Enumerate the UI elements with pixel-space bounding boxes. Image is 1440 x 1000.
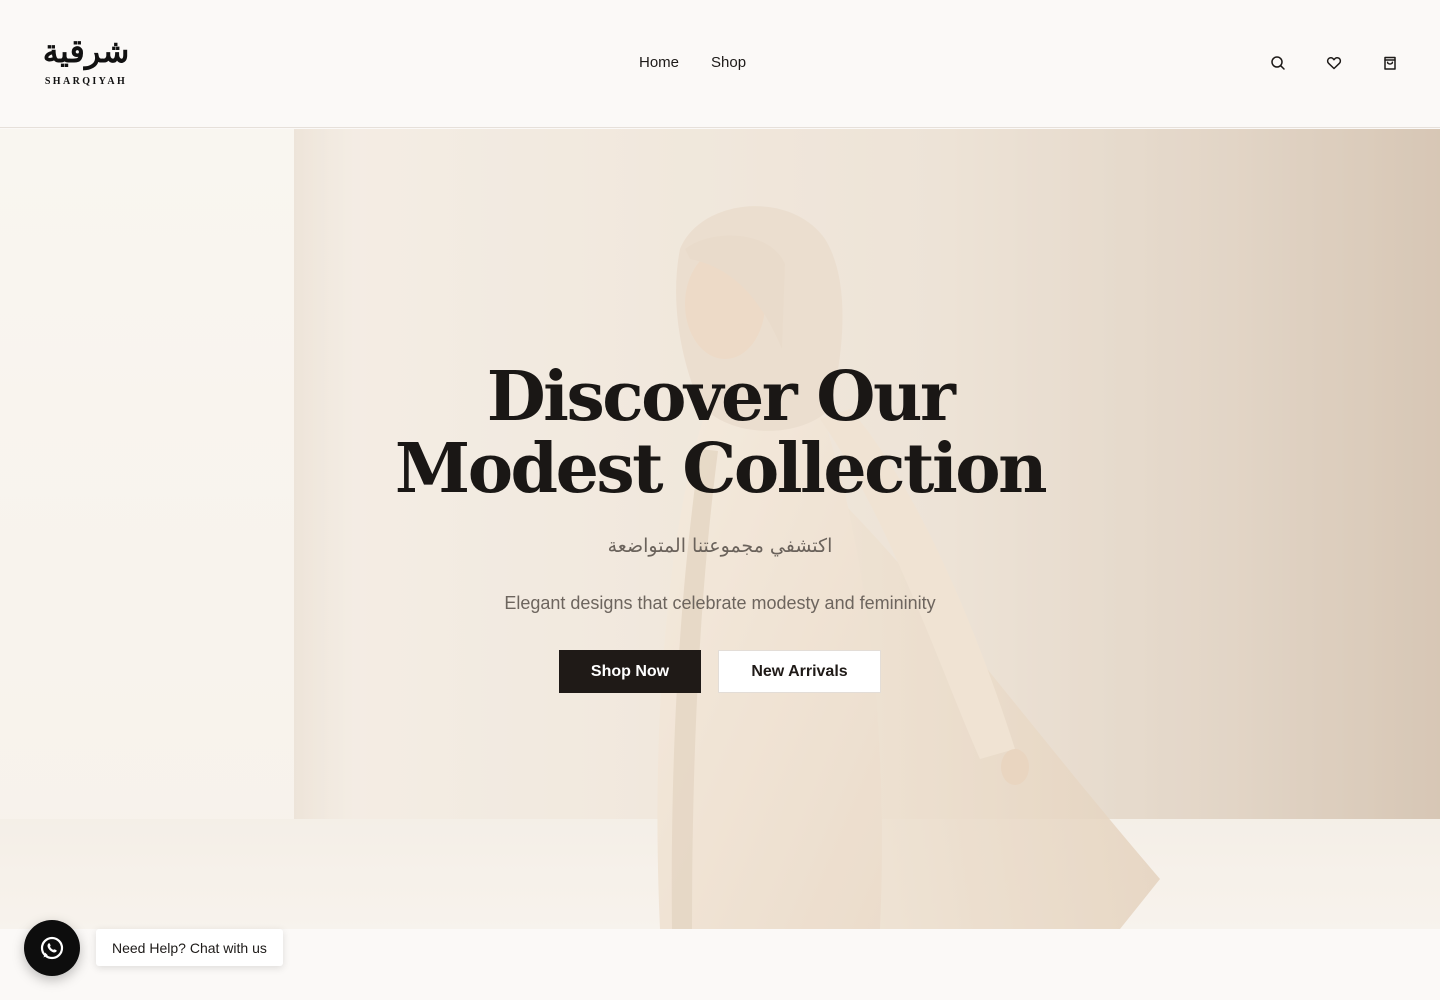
- nav-home-link[interactable]: Home: [639, 52, 679, 74]
- hero-content: Discover Our Modest Collection اكتشفي مج…: [0, 361, 1440, 693]
- whatsapp-chat-button[interactable]: [24, 920, 80, 976]
- hero-tagline: Elegant designs that celebrate modesty a…: [504, 593, 936, 613]
- shopping-bag-icon[interactable]: [1380, 52, 1400, 74]
- shop-now-button[interactable]: Shop Now: [559, 650, 701, 693]
- hero-banner: Discover Our Modest Collection اكتشفي مج…: [0, 129, 1440, 929]
- hero-title: Discover Our Modest Collection: [370, 361, 1070, 505]
- logo-arabic-text: شرقية: [42, 32, 130, 70]
- search-icon[interactable]: [1268, 52, 1288, 74]
- hero-actions: Shop Now New Arrivals: [559, 650, 881, 693]
- new-arrivals-button[interactable]: New Arrivals: [718, 650, 881, 693]
- hero-arabic-subtitle: اكتشفي مجموعتنا المتواضعة: [607, 535, 833, 557]
- logo-latin-text: SHARQIYAH: [44, 76, 128, 87]
- brand-logo[interactable]: شرقية SHARQIYAH: [40, 30, 132, 96]
- hero-title-line2: Modest Collection: [394, 429, 1048, 509]
- hero-title-line1: Discover Our: [486, 357, 956, 437]
- chat-help-label[interactable]: Need Help? Chat with us: [96, 929, 283, 966]
- main-nav: Home Shop: [639, 52, 746, 74]
- site-header: شرقية SHARQIYAH Home Shop: [0, 0, 1440, 128]
- whatsapp-icon: [40, 936, 64, 960]
- nav-shop-link[interactable]: Shop: [711, 52, 746, 74]
- heart-icon[interactable]: [1324, 52, 1344, 74]
- header-actions: [1268, 52, 1400, 74]
